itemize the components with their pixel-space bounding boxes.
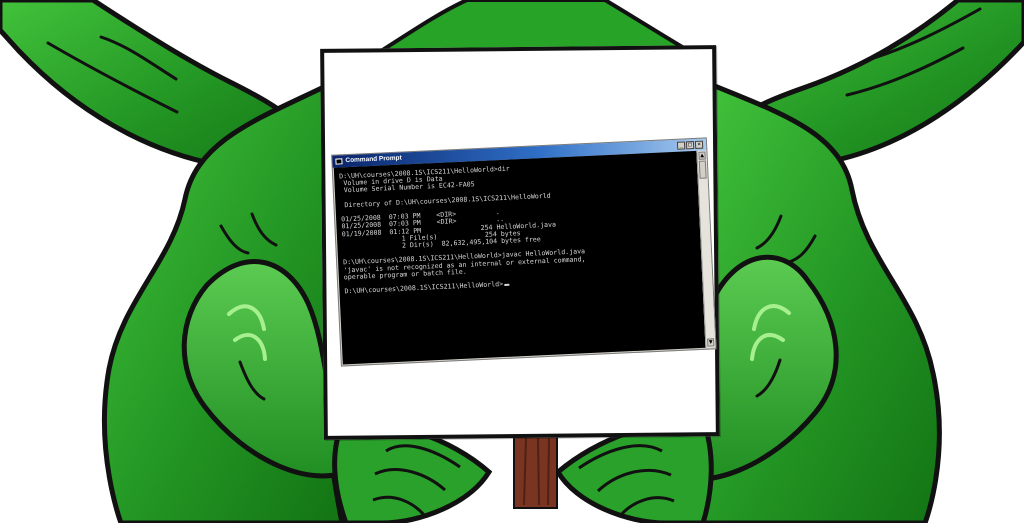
close-button[interactable]: ×	[694, 140, 704, 149]
troll-sign-scene: Command Prompt _ □ × D:\UH\courses\2008.…	[0, 0, 1024, 523]
command-prompt-window[interactable]: Command Prompt _ □ × D:\UH\courses\2008.…	[331, 137, 717, 367]
console-output[interactable]: D:\UH\courses\2008.1S\ICS211\HelloWorld>…	[333, 150, 706, 365]
sign-board: Command Prompt _ □ × D:\UH\courses\2008.…	[320, 45, 720, 440]
command-prompt-icon	[335, 158, 343, 165]
scroll-down-arrow-icon[interactable]: ▼	[707, 338, 715, 347]
scroll-thumb[interactable]	[698, 160, 707, 179]
sign-post	[513, 432, 558, 509]
text-cursor	[504, 283, 510, 287]
scroll-up-arrow-icon[interactable]: ▲	[698, 151, 706, 160]
maximize-button[interactable]: □	[685, 141, 695, 150]
window-controls: _ □ ×	[676, 140, 704, 150]
minimize-button[interactable]: _	[676, 141, 686, 150]
